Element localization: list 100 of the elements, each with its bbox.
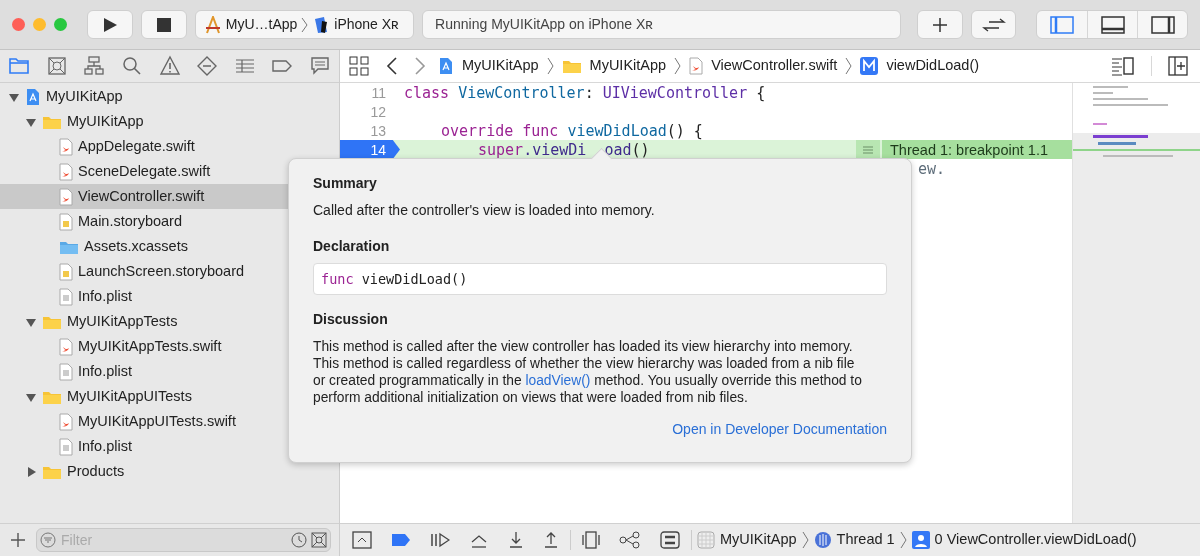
load-view-link[interactable]: loadView() (525, 373, 591, 388)
grid-icon[interactable] (348, 55, 370, 77)
file-name: Assets.xcassets (84, 236, 188, 256)
thread-label: Thread 1: breakpoint 1.1 (882, 140, 1072, 159)
hammer-app-icon (203, 15, 222, 34)
chevron-icon (674, 57, 682, 75)
search-icon[interactable] (120, 55, 143, 77)
swift-file-icon (59, 187, 73, 206)
navigator-row[interactable]: MyUIKitAppUITests.swift (0, 409, 339, 434)
jump-bar-item[interactable]: ViewController.swift (711, 55, 838, 77)
swift-file-icon (59, 137, 73, 156)
code-token: () { (666, 122, 703, 139)
activity-status-field: Running MyUIKitApp on iPhone Xʀ (422, 10, 901, 39)
navigator-row[interactable]: MyUIKitApp (0, 84, 339, 109)
code-token: super (478, 141, 524, 158)
code-token: ew. (918, 160, 946, 177)
file-name: AppDelegate.swift (78, 136, 195, 156)
project-icon (25, 87, 41, 106)
section-heading: Declaration (313, 237, 391, 256)
panel-layout-icon (1050, 15, 1075, 34)
jump-bar-item[interactable]: MyUIKitApp (462, 55, 539, 77)
file-name: MyUIKitAppTests.swift (78, 336, 222, 356)
code-token: () (631, 141, 650, 158)
breakpoint-toggle-icon[interactable] (391, 533, 411, 547)
navigator-row[interactable]: Products (0, 459, 339, 484)
method-icon (860, 57, 879, 75)
warning-icon[interactable] (158, 55, 181, 77)
add-button[interactable] (8, 530, 28, 550)
jump-bar-item[interactable]: MyUIKitApp (589, 55, 667, 77)
swift-file-icon (689, 57, 704, 75)
step-into-icon[interactable] (508, 531, 524, 549)
add-button[interactable] (916, 10, 963, 39)
person-icon (911, 531, 930, 549)
plist-file-icon (59, 287, 73, 306)
storyboard-file-icon (59, 212, 73, 231)
continue-icon[interactable] (430, 531, 450, 549)
declaration-code: func viewDidLoad() (313, 263, 887, 295)
chevron-icon (845, 57, 853, 75)
stop-icon (156, 17, 171, 32)
file-name: MyUIKitApp (46, 86, 123, 106)
disclosure-triangle-icon[interactable] (25, 465, 37, 478)
environment-overrides-icon[interactable] (660, 531, 680, 549)
chevron-icon (301, 16, 309, 33)
diamond-minus-icon[interactable] (196, 55, 219, 77)
file-name: Info.plist (78, 286, 132, 306)
run-button[interactable] (87, 10, 133, 39)
developer-documentation-link[interactable]: Open in Developer Documentation (672, 419, 887, 440)
forward-icon[interactable] (414, 57, 426, 75)
file-name: Info.plist (78, 361, 132, 381)
play-icon (102, 16, 117, 33)
debug-path-item[interactable]: Thread 1 (836, 529, 895, 551)
storyboard-file-icon (59, 262, 73, 281)
hide-console-icon[interactable] (352, 531, 372, 549)
hierarchy-icon[interactable] (83, 55, 106, 77)
file-name: MyUIKitApp (67, 111, 144, 131)
add-editor-icon[interactable] (1168, 56, 1188, 76)
source-control-icon[interactable] (45, 55, 68, 77)
scheme-name[interactable]: MyU…tApp (225, 14, 298, 35)
navigator-row[interactable]: Info.plist (0, 434, 339, 459)
destination-name[interactable]: iPhone Xʀ (334, 14, 399, 35)
chevron-icon (546, 57, 554, 75)
back-icon[interactable] (386, 57, 398, 75)
source-control-icon[interactable] (311, 532, 327, 548)
speech-bubble-icon[interactable] (309, 55, 331, 77)
folder-icon[interactable] (8, 55, 30, 77)
panel-layout-icon (1150, 15, 1175, 34)
file-name: MyUIKitAppUITests.swift (78, 411, 236, 431)
debug-path-item[interactable]: 0 ViewController.viewDidLoad() (934, 529, 1137, 551)
two-way-arrows-icon (981, 16, 1006, 33)
code-token: viewDidLoad (567, 122, 667, 139)
clock-icon[interactable] (291, 532, 307, 548)
chevron-icon (899, 531, 907, 549)
app-grid-icon (697, 531, 715, 549)
plus-icon (11, 533, 25, 547)
step-out-icon[interactable] (543, 531, 559, 549)
file-name: Info.plist (78, 436, 132, 456)
chevron-icon (801, 531, 809, 549)
file-name: LaunchScreen.storyboard (78, 261, 245, 281)
thread-icon (813, 531, 832, 549)
stop-button[interactable] (140, 10, 187, 39)
file-name: MyUIKitAppUITests (67, 386, 192, 406)
jump-bar-item[interactable]: viewDidLoad() (886, 55, 980, 77)
navigator-row[interactable]: AppDelegate.swift (0, 134, 339, 159)
code-review-button[interactable] (970, 10, 1017, 39)
code-token: class (404, 84, 451, 101)
folder-icon (561, 58, 582, 74)
code-token: { (755, 84, 766, 101)
code-token: : (584, 84, 595, 101)
view-debugger-icon[interactable] (582, 531, 600, 549)
debug-path-item[interactable]: MyUIKitApp (720, 529, 797, 551)
code-token: ViewController (458, 84, 585, 101)
navigator-row[interactable]: MyUIKitApp (0, 109, 339, 134)
plist-file-icon (59, 362, 73, 381)
panel-layout-icon (1100, 15, 1125, 34)
memory-graph-icon[interactable] (619, 531, 641, 549)
line-number: 13 (369, 122, 387, 139)
minimap-toggle-icon[interactable] (1111, 56, 1135, 76)
plist-file-icon (59, 437, 73, 456)
code-token: oad (604, 141, 632, 158)
line-number: 11 (370, 84, 387, 101)
